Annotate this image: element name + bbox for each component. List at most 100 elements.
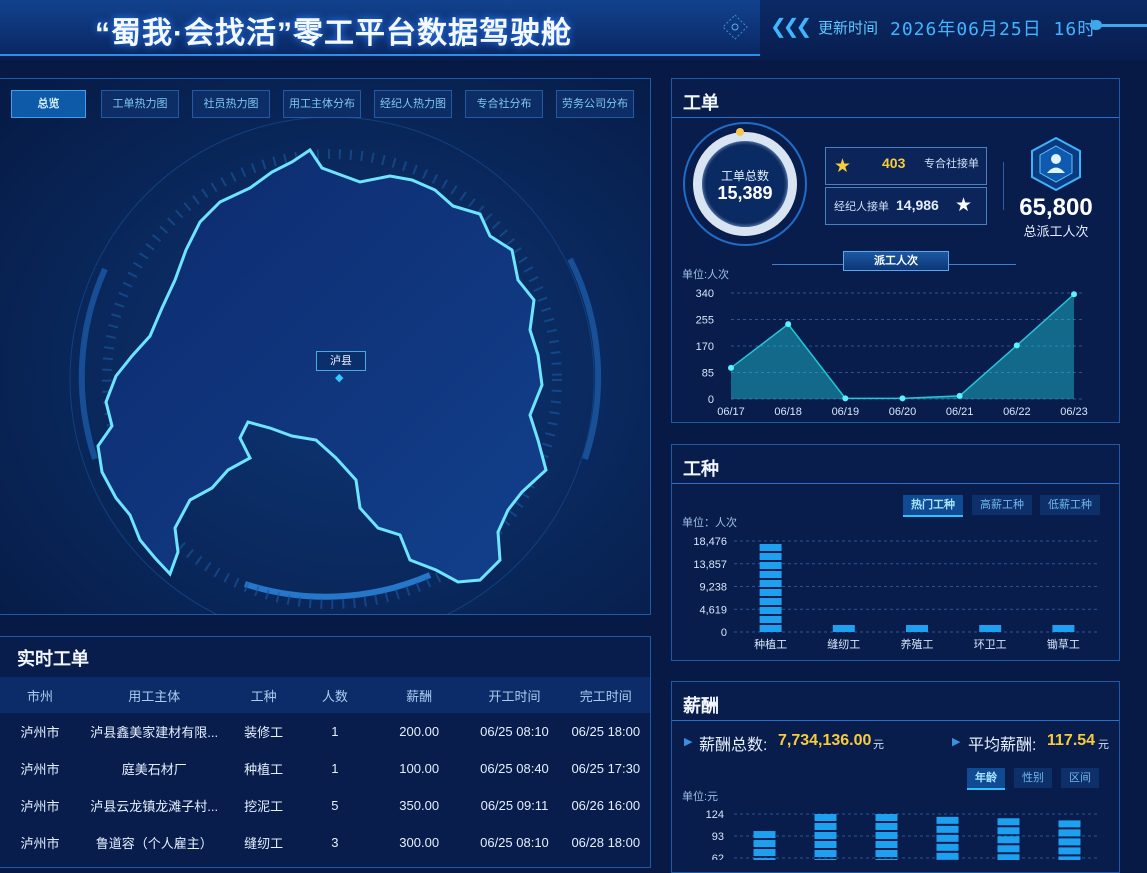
x-tick-label: 缝纫工	[827, 637, 860, 651]
tab-coop-distribution[interactable]: 专合社分布	[465, 90, 543, 118]
bar-segment	[814, 832, 837, 839]
bar-segment	[997, 827, 1020, 835]
data-point	[842, 395, 849, 402]
order-total-label: 工单总数	[720, 169, 769, 183]
column-header[interactable]: 市州	[0, 677, 81, 713]
dispatch-line-chart[interactable]: 0 85 170 255 340 06/17 06/18 06/19 06/20 06/21 06/…	[680, 280, 1120, 420]
realtime-table: 市州 用工主体 工种 人数 薪酬 开工时间 完工时间 泸州市 泸县鑫美家建材有限…	[0, 677, 650, 861]
table-cell: 06/28 18:00	[571, 835, 641, 850]
header-slider-knob[interactable]	[1090, 20, 1102, 30]
x-tick-label: 06/21	[946, 406, 974, 418]
area-fill	[731, 294, 1074, 399]
column-header[interactable]: 完工时间	[561, 677, 650, 713]
tab-overview[interactable]: 总览	[11, 90, 86, 118]
column-header[interactable]: 人数	[298, 677, 371, 713]
table-cell: 泸县云龙镇龙滩子村...	[90, 799, 219, 814]
column-header[interactable]: 用工主体	[80, 677, 229, 713]
table-cell: 泸州市	[20, 762, 60, 777]
bar	[997, 818, 1020, 860]
bar-segment	[759, 544, 782, 551]
bar-segment	[759, 598, 782, 605]
bar-segment	[997, 845, 1020, 853]
x-tick-label: 养殖工	[901, 637, 934, 651]
table-cell: 5	[331, 798, 339, 813]
table-cell: 泸县鑫美家建材有限...	[90, 725, 219, 740]
table-cell: 1	[331, 724, 339, 739]
table-row[interactable]: 泸州市 泸县鑫美家建材有限... 装修工 1 200.00 06/25 08:1…	[0, 713, 650, 750]
data-point	[785, 321, 792, 328]
dispatch-tab[interactable]: 派工人次	[843, 251, 949, 271]
bar	[753, 831, 776, 860]
y-tick-label: 170	[696, 341, 714, 353]
table-row[interactable]: 泸州市 泸县云龙镇龙滩子村... 挖泥工 5 350.00 06/25 09:1…	[0, 787, 650, 824]
y-tick-label: 0	[721, 627, 727, 639]
bar-segment	[1058, 847, 1081, 855]
salary-bar-chart[interactable]: 124 93 62	[680, 800, 1120, 860]
arrow-right-icon: ▶	[684, 736, 693, 748]
bar-segment	[997, 818, 1020, 826]
bar-segment	[814, 823, 837, 830]
map-pin-label[interactable]: 泸县	[316, 351, 366, 371]
tab-member-heatmap[interactable]: 社员热力图	[192, 90, 270, 118]
y-tick-label: 62	[712, 853, 724, 860]
bar-segment	[759, 616, 782, 623]
data-point	[1013, 342, 1020, 349]
table-cell: 06/25 08:10	[480, 724, 549, 739]
column-header[interactable]: 薪酬	[371, 677, 468, 713]
bar-segment	[875, 841, 898, 848]
tab-agent-heatmap[interactable]: 经纪人热力图	[374, 90, 452, 118]
bar-segment	[759, 607, 782, 614]
bar	[906, 625, 928, 632]
chip-high-pay-jobs[interactable]: 高薪工种	[972, 495, 1032, 515]
job-kind-bar-chart[interactable]: 0 4,619 9,238 13,857 18,476 种植工 缝纫工 养殖工 环卫工 锄草工	[680, 525, 1120, 655]
map-pin-icon[interactable]: ◆	[335, 371, 343, 384]
bar-segment	[759, 589, 782, 596]
chip-range[interactable]: 区间	[1061, 768, 1099, 788]
tab-employer-distribution[interactable]: 用工主体分布	[283, 90, 361, 118]
table-cell: 06/25 09:11	[480, 798, 549, 813]
bar	[759, 544, 782, 632]
chip-age[interactable]: 年龄	[967, 768, 1005, 790]
bar-segment	[814, 814, 837, 821]
bar-segment	[759, 553, 782, 560]
panel-divider	[672, 483, 1119, 484]
tab-order-heatmap[interactable]: 工单热力图	[101, 90, 179, 118]
table-cell: 06/25 08:10	[480, 835, 549, 850]
tab-labor-company-distribution[interactable]: 劳务公司分布	[556, 90, 634, 118]
chevron-left-icon[interactable]: ❮❮❮	[770, 14, 812, 39]
data-point	[728, 364, 734, 371]
bar-segment	[997, 854, 1020, 860]
bar-segment	[875, 832, 898, 839]
salary-total-unit: 元	[873, 739, 884, 751]
table-row[interactable]: 泸州市 鲁道容（个人雇主） 缝纫工 3 300.00 06/25 08:10 0…	[0, 824, 650, 861]
bar-segment	[753, 849, 776, 857]
table-cell: 庭美石材厂	[121, 762, 187, 777]
table-cell: 装修工	[244, 725, 284, 740]
table-row[interactable]: 泸州市 庭美石材厂 种植工 1 100.00 06/25 08:40 06/25…	[0, 750, 650, 787]
table-cell: 泸州市	[20, 725, 60, 740]
table-cell: 06/26 16:00	[571, 798, 641, 813]
chip-hot-jobs[interactable]: 热门工种	[903, 495, 963, 517]
bar-segment	[936, 834, 959, 842]
bar-segment	[1052, 625, 1075, 632]
bar-segment	[979, 625, 1002, 632]
chip-gender[interactable]: 性别	[1014, 768, 1052, 788]
bar-segment	[875, 850, 898, 857]
bar-segment	[997, 836, 1020, 844]
table-cell: 06/25 17:30	[571, 761, 641, 776]
data-point	[899, 395, 906, 402]
compass-icon	[722, 14, 748, 40]
chip-low-pay-jobs[interactable]: 低薪工种	[1040, 495, 1100, 515]
agent-order-label: 经纪人接单	[834, 201, 889, 213]
worker-icon	[1031, 136, 1081, 192]
star-icon: ★	[834, 156, 852, 177]
table-cell: 100.00	[399, 761, 440, 776]
bar	[832, 625, 855, 632]
column-header[interactable]: 开工时间	[467, 677, 562, 713]
bar-segment	[832, 625, 855, 632]
y-tick-label: 13,857	[693, 559, 727, 571]
panel-divider	[672, 720, 1119, 721]
column-header[interactable]: 工种	[228, 677, 299, 713]
x-tick-label: 06/17	[717, 406, 745, 418]
x-tick-label: 环卫工	[974, 639, 1007, 651]
